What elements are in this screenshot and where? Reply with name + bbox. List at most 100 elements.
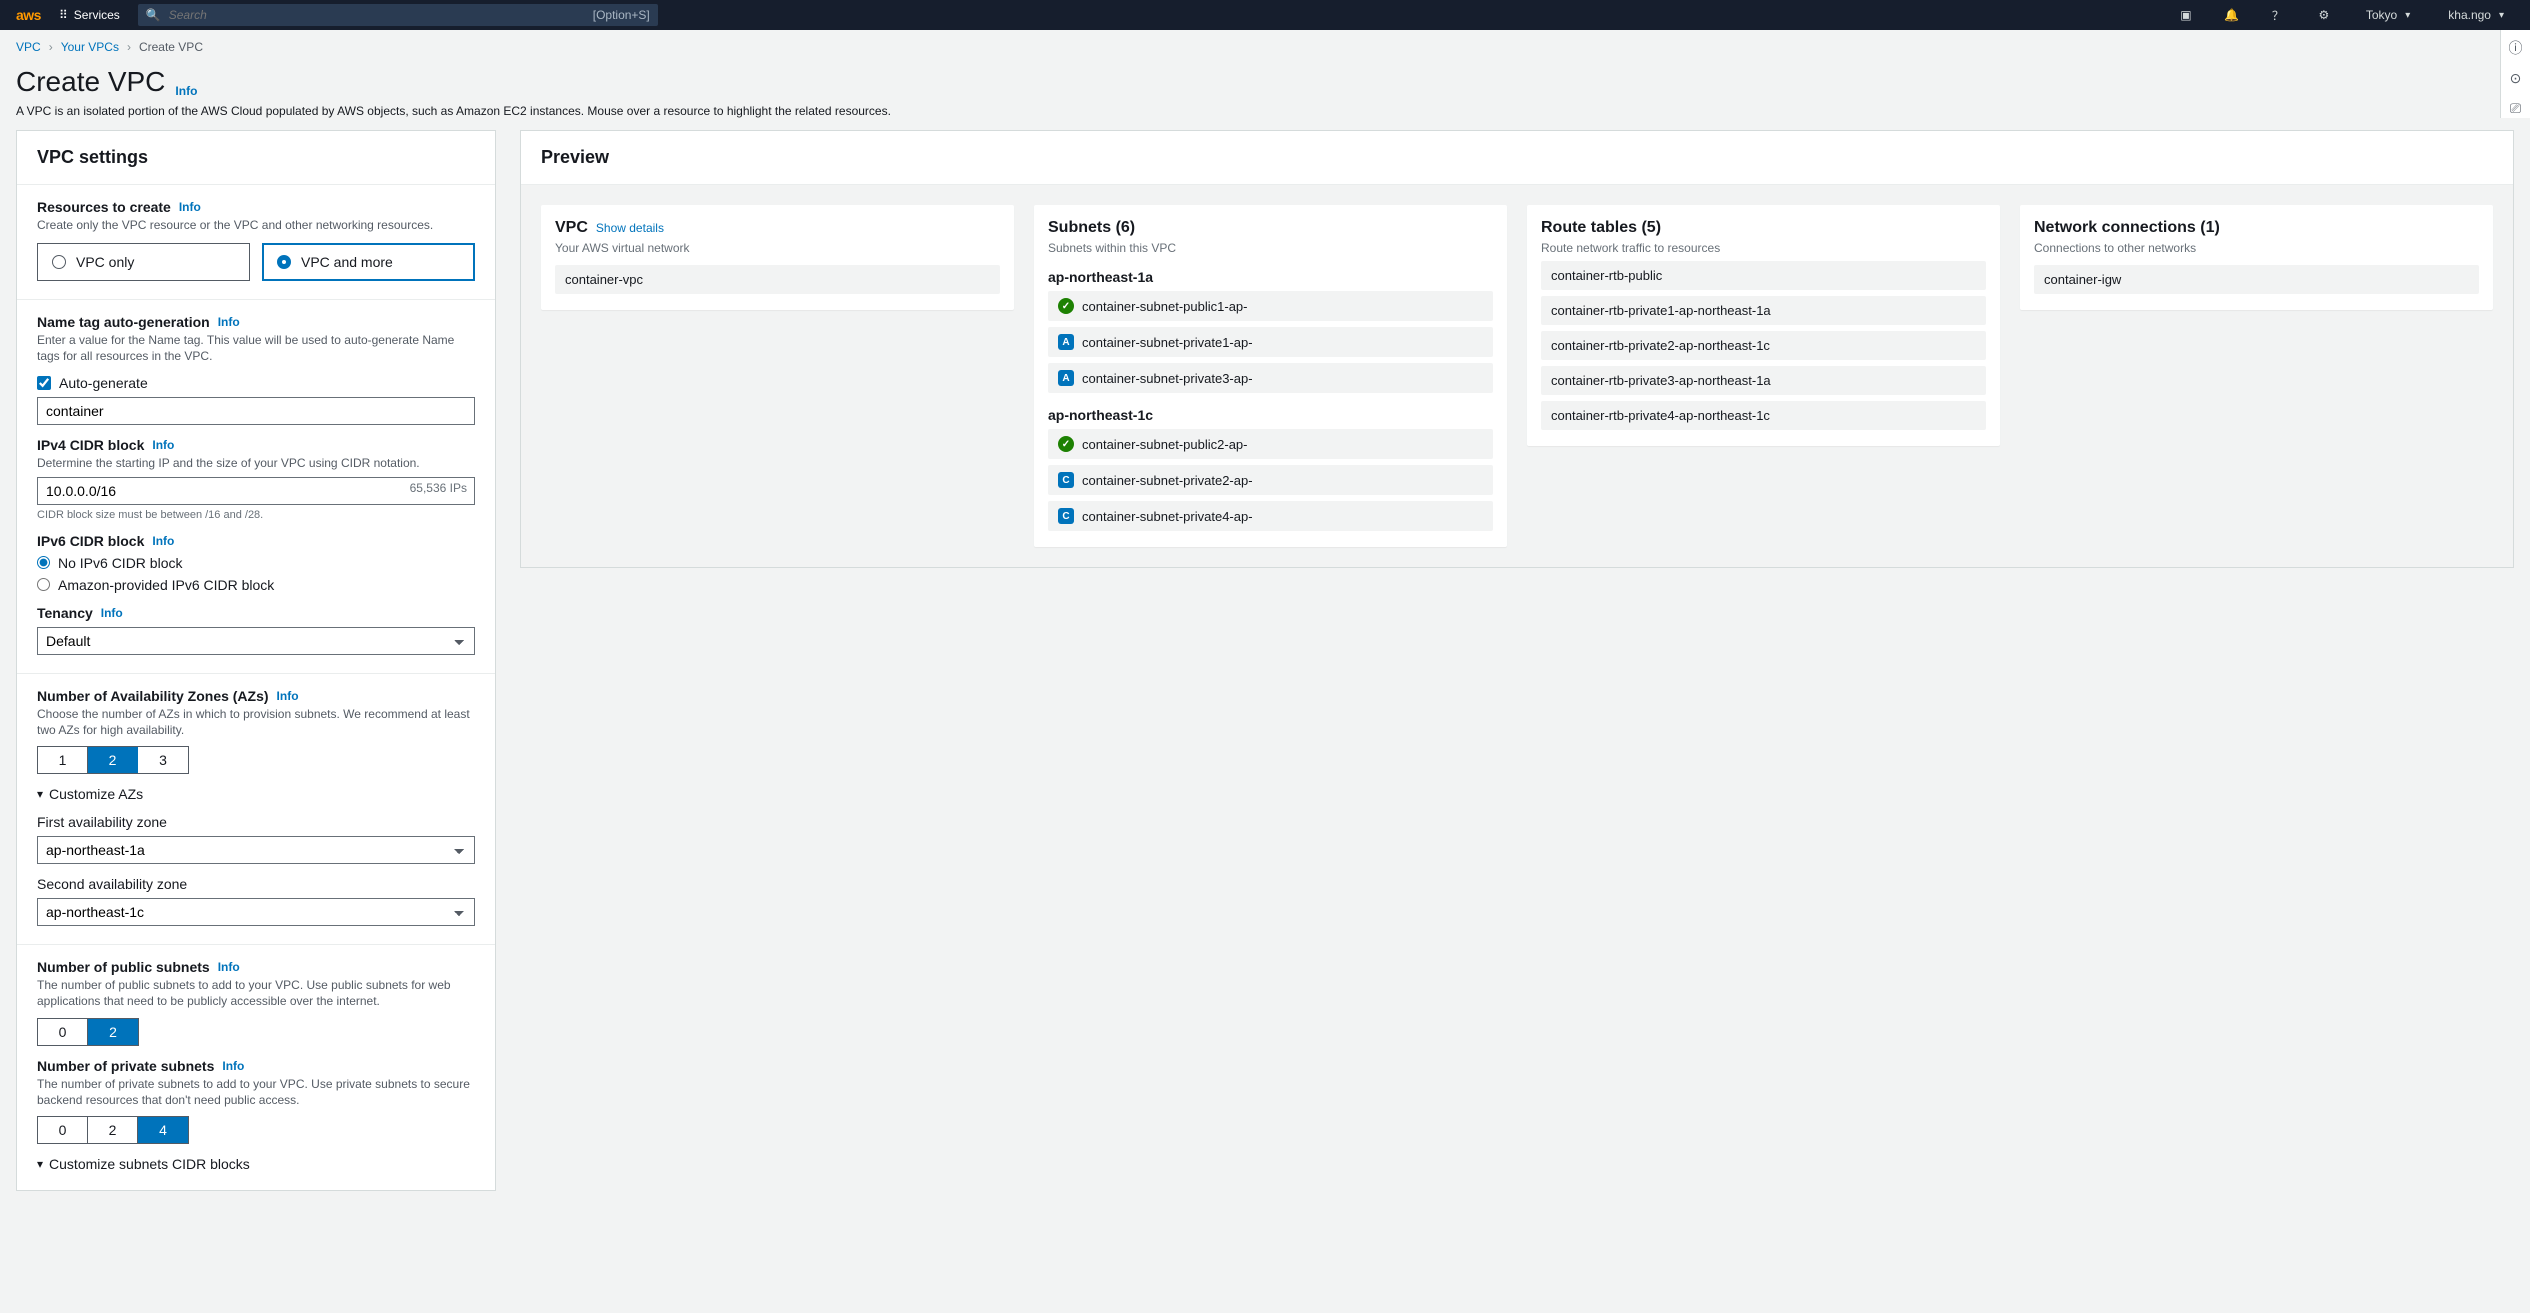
route-resource[interactable]: container-rtb-private4-ap-northeast-1c xyxy=(1541,401,1986,430)
ipv4-constraint: CIDR block size must be between /16 and … xyxy=(37,509,475,521)
help-icon[interactable]: ？ xyxy=(2264,7,2292,24)
pvpc-title: VPC xyxy=(555,219,588,237)
private-icon: A xyxy=(1058,334,1074,350)
private-icon: C xyxy=(1058,472,1074,488)
chevron-right-icon: › xyxy=(49,40,53,54)
name-prefix-input[interactable] xyxy=(37,397,475,425)
ipv6-none[interactable]: No IPv6 CIDR block xyxy=(37,555,475,571)
page-description: A VPC is an isolated portion of the AWS … xyxy=(0,100,2530,130)
pconn-sub: Connections to other networks xyxy=(2034,241,2479,255)
priv-desc: The number of private subnets to add to … xyxy=(37,1076,475,1108)
resources-desc: Create only the VPC resource or the VPC … xyxy=(37,217,475,233)
info-panel-icon[interactable]: ⓘ xyxy=(2506,38,2526,58)
name-gen-desc: Enter a value for the Name tag. This val… xyxy=(37,332,475,364)
resources-label: Resources to create xyxy=(37,199,171,215)
ipv6-info[interactable]: Info xyxy=(152,534,174,548)
first-az-select[interactable]: ap-northeast-1a xyxy=(37,836,475,864)
settings-icon[interactable]: ⚙ xyxy=(2310,8,2338,22)
priv-2[interactable]: 2 xyxy=(88,1117,138,1143)
pconn-title: Network connections (1) xyxy=(2034,219,2479,237)
pvpc-sub: Your AWS virtual network xyxy=(555,241,1000,255)
feedback-icon[interactable]: ⎚ xyxy=(2506,98,2526,118)
route-resource[interactable]: container-rtb-private2-ap-northeast-1c xyxy=(1541,331,1986,360)
vpc-only-option[interactable]: VPC only xyxy=(37,243,250,281)
grid-icon: ⠿ xyxy=(59,8,68,22)
crumb-vpc[interactable]: VPC xyxy=(16,40,41,54)
private-icon: A xyxy=(1058,370,1074,386)
priv-4[interactable]: 4 xyxy=(138,1117,188,1143)
settings-panel-icon[interactable]: ⊙ xyxy=(2506,68,2526,88)
second-az-select[interactable]: ap-northeast-1c xyxy=(37,898,475,926)
settings-title: VPC settings xyxy=(17,131,495,184)
crumb-your-vpcs[interactable]: Your VPCs xyxy=(61,40,119,54)
radio-icon xyxy=(277,255,291,269)
private-icon: C xyxy=(1058,508,1074,524)
pub-2[interactable]: 2 xyxy=(88,1019,138,1045)
notifications-icon[interactable]: 🔔 xyxy=(2218,8,2246,22)
services-menu[interactable]: ⠿ Services xyxy=(59,8,120,22)
name-gen-label: Name tag auto-generation xyxy=(37,314,210,330)
preview-connections-col: Network connections (1) Connections to o… xyxy=(2020,205,2493,310)
page-header: Create VPC Info xyxy=(0,60,2530,100)
vpc-more-label: VPC and more xyxy=(301,254,393,270)
az-1[interactable]: 1 xyxy=(38,747,88,773)
page-info-link[interactable]: Info xyxy=(175,84,197,98)
vpc-only-label: VPC only xyxy=(76,254,134,270)
global-search[interactable]: 🔍 [Option+S] xyxy=(138,4,658,26)
search-input[interactable] xyxy=(169,8,585,22)
auto-generate-checkbox[interactable]: Auto-generate xyxy=(37,375,475,391)
subnet-resource[interactable]: container-subnet-public2-ap- xyxy=(1048,429,1493,459)
user-menu[interactable]: kha.ngo xyxy=(2438,8,2514,22)
resources-info[interactable]: Info xyxy=(179,200,201,214)
route-resource[interactable]: container-rtb-private1-ap-northeast-1a xyxy=(1541,296,1986,325)
subnet-resource[interactable]: container-subnet-public1-ap- xyxy=(1048,291,1493,321)
connection-resource[interactable]: container-igw xyxy=(2034,265,2479,294)
azs-desc: Choose the number of AZs in which to pro… xyxy=(37,706,475,738)
public-icon xyxy=(1058,436,1074,452)
tenancy-info[interactable]: Info xyxy=(101,606,123,620)
chevron-right-icon: › xyxy=(127,40,131,54)
show-details-link[interactable]: Show details xyxy=(596,221,664,235)
vpc-resource[interactable]: container-vpc xyxy=(555,265,1000,294)
top-nav: aws ⠿ Services 🔍 [Option+S] ▣ 🔔 ？ ⚙ Toky… xyxy=(0,0,2530,30)
subnet-resource[interactable]: Acontainer-subnet-private3-ap- xyxy=(1048,363,1493,393)
subnet-resource[interactable]: Ccontainer-subnet-private4-ap- xyxy=(1048,501,1493,531)
region-selector[interactable]: Tokyo xyxy=(2356,8,2420,22)
preview-panel: Preview VPC Show details Your AWS virtua… xyxy=(520,130,2514,568)
proutes-title: Route tables (5) xyxy=(1541,219,1986,237)
breadcrumb: VPC › Your VPCs › Create VPC xyxy=(0,30,2530,60)
route-resource[interactable]: container-rtb-private3-ap-northeast-1a xyxy=(1541,366,1986,395)
public-icon xyxy=(1058,298,1074,314)
pub-info[interactable]: Info xyxy=(218,960,240,974)
proutes-sub: Route network traffic to resources xyxy=(1541,241,1986,255)
route-resource[interactable]: container-rtb-public xyxy=(1541,261,1986,290)
auto-generate-input[interactable] xyxy=(37,376,51,390)
customize-azs-toggle[interactable]: Customize AZs xyxy=(37,786,475,802)
cloudshell-icon[interactable]: ▣ xyxy=(2172,8,2200,22)
customize-cidr-toggle[interactable]: Customize subnets CIDR blocks xyxy=(37,1156,475,1172)
ipv4-info[interactable]: Info xyxy=(152,438,174,452)
az2-header: ap-northeast-1c xyxy=(1048,407,1493,423)
name-gen-info[interactable]: Info xyxy=(218,315,240,329)
right-help-rail: ⓘ ⊙ ⎚ xyxy=(2500,30,2530,118)
second-az-label: Second availability zone xyxy=(37,876,475,892)
services-label: Services xyxy=(74,8,120,22)
first-az-label: First availability zone xyxy=(37,814,475,830)
psub-title: Subnets (6) xyxy=(1048,219,1493,237)
az-3[interactable]: 3 xyxy=(138,747,188,773)
preview-vpc-col: VPC Show details Your AWS virtual networ… xyxy=(541,205,1014,310)
subnet-resource[interactable]: Ccontainer-subnet-private2-ap- xyxy=(1048,465,1493,495)
az-2[interactable]: 2 xyxy=(88,747,138,773)
priv-0[interactable]: 0 xyxy=(38,1117,88,1143)
aws-logo[interactable]: aws xyxy=(16,7,41,23)
search-icon: 🔍 xyxy=(146,8,161,22)
vpc-settings-panel: VPC settings Resources to create Info Cr… xyxy=(16,130,496,1191)
priv-info[interactable]: Info xyxy=(222,1059,244,1073)
vpc-and-more-option[interactable]: VPC and more xyxy=(262,243,475,281)
subnet-resource[interactable]: Acontainer-subnet-private1-ap- xyxy=(1048,327,1493,357)
tenancy-select[interactable]: Default xyxy=(37,627,475,655)
ipv6-amazon[interactable]: Amazon-provided IPv6 CIDR block xyxy=(37,577,475,593)
pub-0[interactable]: 0 xyxy=(38,1019,88,1045)
azs-info[interactable]: Info xyxy=(277,689,299,703)
radio-icon xyxy=(52,255,66,269)
